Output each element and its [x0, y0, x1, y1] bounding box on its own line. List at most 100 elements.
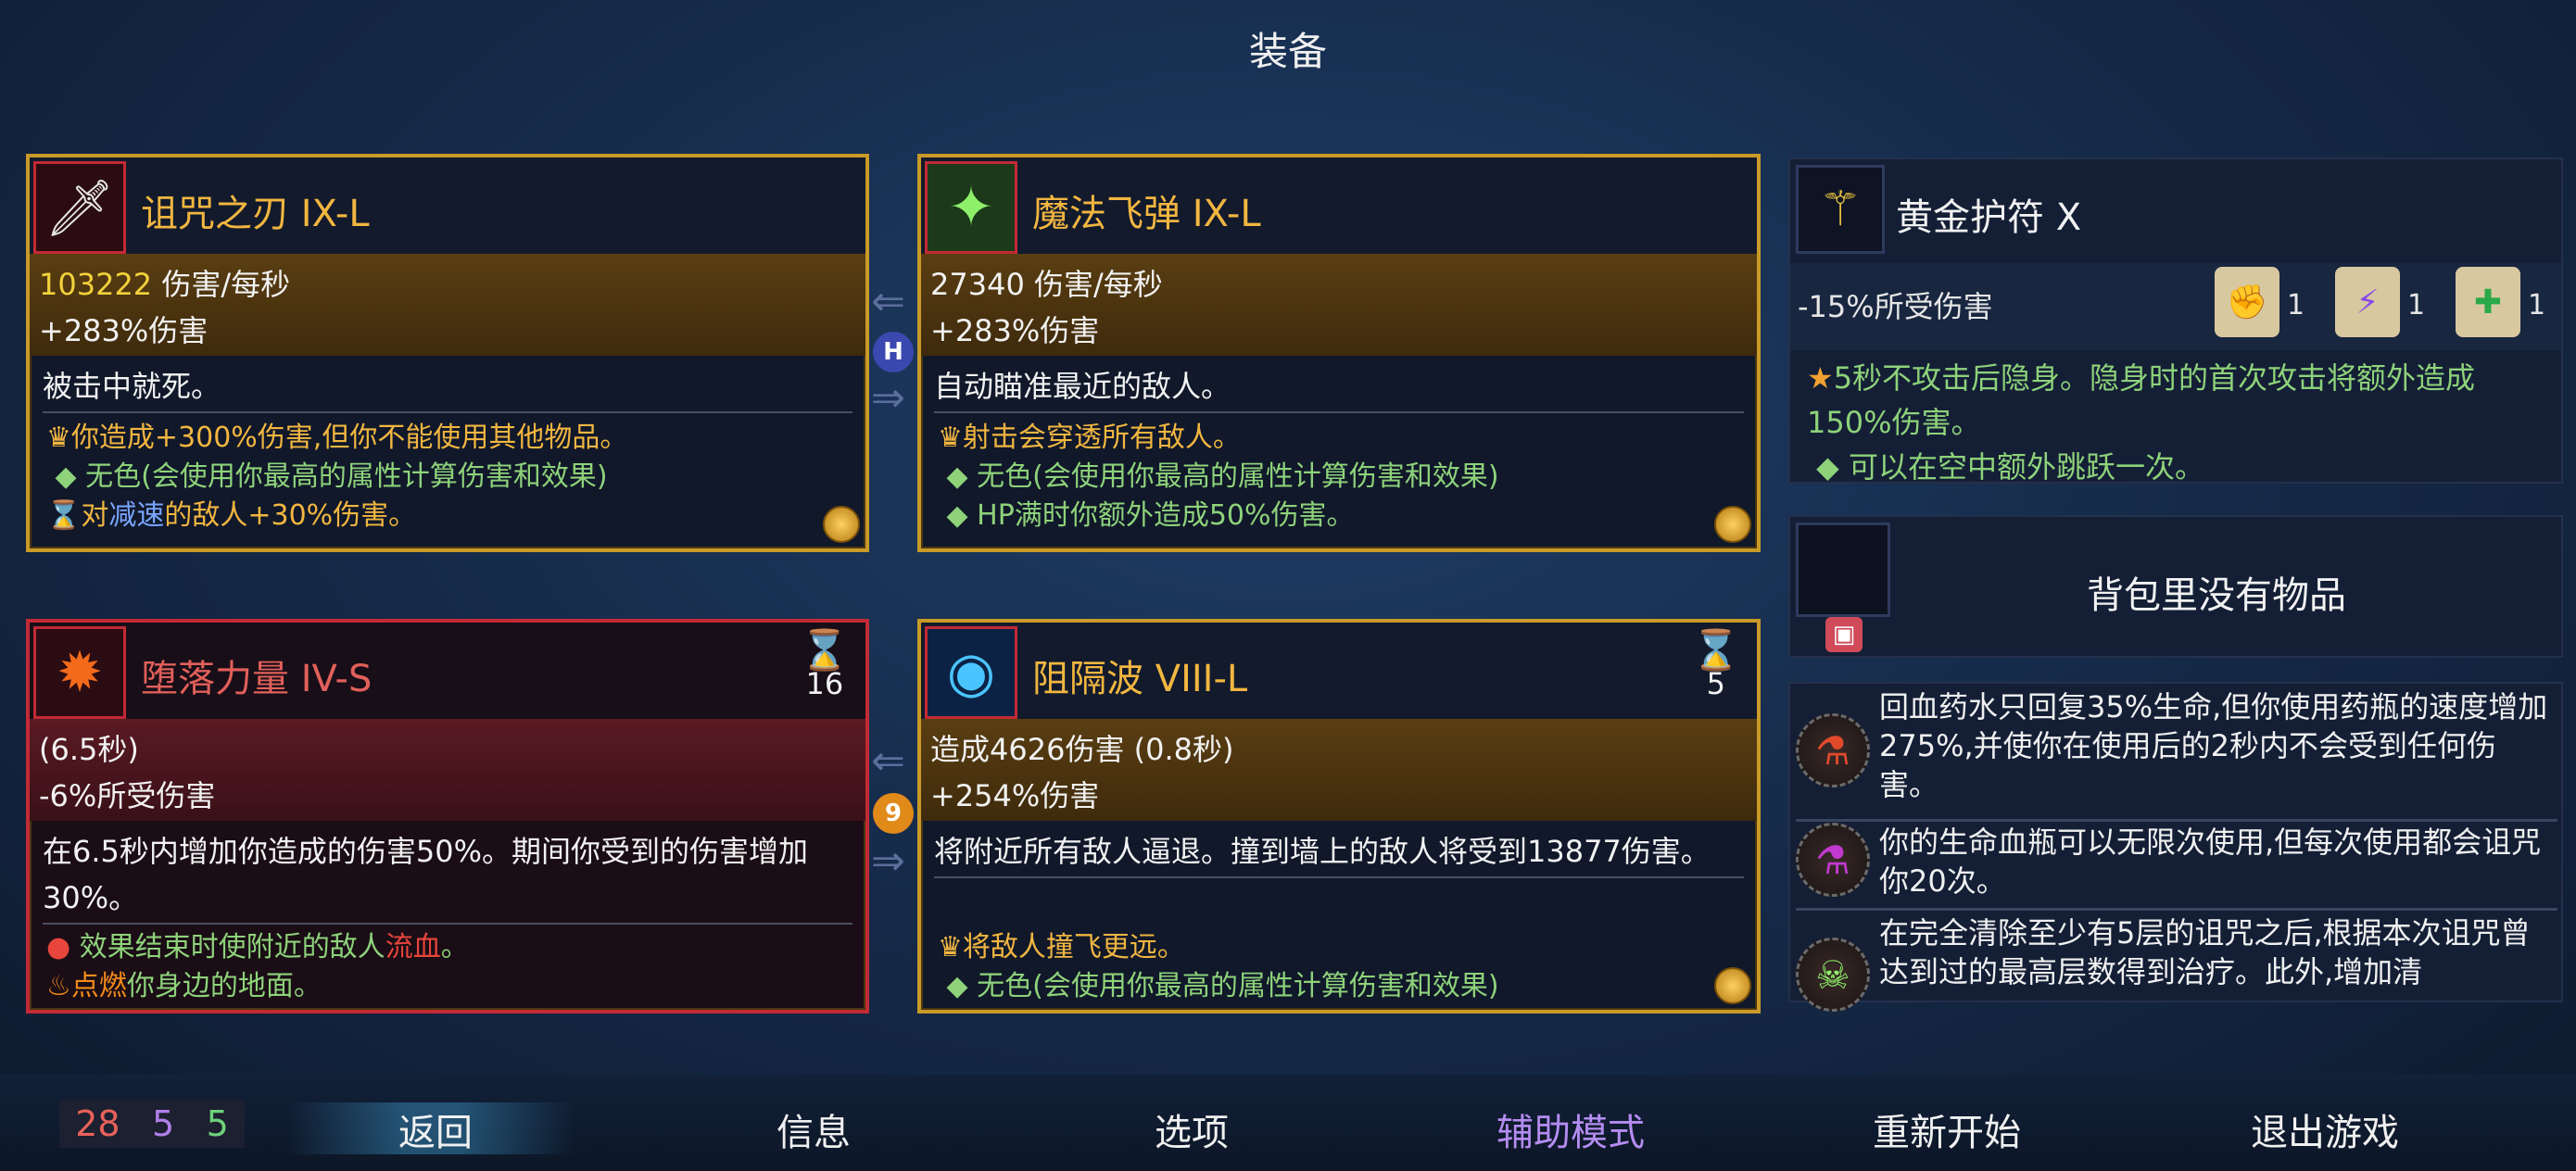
effect-legendary: 射击会穿透所有敌人。	[962, 422, 1241, 454]
dps-text: 27340 伤害/每秒	[930, 267, 1163, 302]
effect-bleed-post: 。	[440, 931, 469, 963]
backpack-panel[interactable]: ▣ 背包里没有物品	[1788, 515, 2563, 658]
quit-game-button[interactable]: 退出游戏	[2209, 1102, 2441, 1156]
diamond-bullet-icon: ◆	[946, 970, 968, 1002]
weapon-stats: 103222 伤害/每秒 +283%伤害	[30, 254, 865, 356]
swap-right-arrow-icon: ⇒	[871, 837, 905, 885]
scroll-count-brutality: 1	[2287, 289, 2305, 321]
survival-stat: 5	[206, 1103, 229, 1144]
skill-effects: ♛将敌人撞飞更远。 ◆ 无色(会使用你最高的属性计算伤害和效果)	[938, 928, 1740, 1006]
amulet-icon: ⚚	[1796, 165, 1885, 254]
weapon-description: 被击中就死。	[43, 363, 852, 413]
gold-corner-icon	[1714, 967, 1751, 1004]
skill-card-repel-wave[interactable]: ◉ 阻隔波 VIII-L ⌛ 5 造成4626伤害 (0.8秒) +254%伤害…	[917, 619, 1761, 1014]
weapon-description: 自动瞄准最近的敌人。	[934, 363, 1744, 413]
dps-value: 103222	[39, 267, 153, 302]
sword-icon: 🗡	[33, 161, 126, 254]
tactics-stat: 5	[151, 1103, 175, 1144]
weapon-card-magic-missile[interactable]: ✦ 魔法飞弹 IX-L 27340 伤害/每秒 +283%伤害 自动瞄准最近的敌…	[917, 154, 1761, 552]
effect-legendary: 你造成+300%伤害,但你不能使用其他物品。	[70, 422, 628, 454]
amulet-effect-jump: 可以在空中额外跳跃一次。	[1848, 449, 2204, 485]
mutation-text: 回血药水只回复35%生命,但你使用药瓶的速度增加275%,并使你在使用后的2秒内…	[1879, 689, 2548, 802]
mutation-row: 你的生命血瓶可以无限次使用,但每次使用都会诅咒你20次。	[1796, 823, 2556, 900]
hourglass-icon: ⌛	[46, 499, 82, 532]
assist-mode-button[interactable]: 辅助模式	[1455, 1102, 1686, 1156]
cooldown: ⌛ 5	[1692, 631, 1740, 701]
weapon-effects: ♛你造成+300%伤害,但你不能使用其他物品。 ◆ 无色(会使用你最高的属性计算…	[46, 419, 849, 535]
damage-bonus: +283%伤害	[39, 313, 208, 348]
weapon-stats: 27340 伤害/每秒 +283%伤害	[921, 254, 1757, 356]
skill-stat: -6%所受伤害	[39, 778, 216, 813]
swap-right-arrow-icon: ⇒	[871, 374, 905, 422]
skill-description: 将附近所有敌人逼退。撞到墙上的敌人将受到13877伤害。	[934, 828, 1744, 878]
amulet-stat: -15%所受伤害	[1798, 289, 1993, 324]
mutation-text: 在完全清除至少有5层的诅咒之后,根据本次诅咒曾达到过的最高层数得到治疗。此外,增…	[1879, 915, 2531, 989]
cooldown-value: 16	[805, 666, 844, 701]
effect-slow-post: 的敌人+30%伤害。	[164, 499, 417, 532]
effect-slow-pre: 对	[81, 499, 109, 532]
repel-wave-icon: ◉	[925, 626, 1017, 719]
swap-left-arrow-icon: ⇐	[871, 737, 905, 785]
restart-button[interactable]: 重新开始	[1831, 1102, 2063, 1156]
hourglass-icon: ⌛	[800, 627, 849, 673]
effect-ignite-post: 你身边的地面。	[126, 970, 322, 1002]
backpack-slot[interactable]	[1796, 523, 1890, 617]
backpack-icon: ▣	[1825, 617, 1863, 652]
weapon-name: 魔法飞弹 IX-L	[1032, 193, 1261, 235]
skill-description: 在6.5秒内增加你造成的伤害50%。期间你受到的伤害增加30%。	[43, 828, 852, 925]
skill-effects: ● 效果结束时使附近的敌人流血。 ♨点燃你身边的地面。	[46, 928, 849, 1006]
skill-damage: 造成4626伤害 (0.8秒)	[930, 732, 1234, 767]
blood-drop-icon: ●	[46, 931, 71, 963]
effect-colorless: 无色(会使用你最高的属性计算伤害和效果)	[85, 460, 608, 493]
amulet-effect-stealth: 5秒不攻击后隐身。隐身时的首次攻击将额外造成150%伤害。	[1807, 360, 2476, 440]
weapon-card-cursed-sword[interactable]: 🗡 诅咒之刃 IX-L 103222 伤害/每秒 +283%伤害 被击中就死。 …	[26, 154, 869, 552]
weapon-effects: ♛射击会穿透所有敌人。 ◆ 无色(会使用你最高的属性计算伤害和效果) ◆ HP满…	[938, 419, 1740, 535]
dps-label: 伤害/每秒	[152, 267, 291, 302]
effect-colorless: 无色(会使用你最高的属性计算伤害和效果)	[977, 970, 1499, 1002]
skill-stats: (6.5秒) -6%所受伤害	[30, 719, 865, 821]
effect-ignite-keyword: 点燃	[70, 970, 127, 1002]
info-button[interactable]: 信息	[721, 1102, 906, 1156]
effect-colorless: 无色(会使用你最高的属性计算伤害和效果)	[977, 460, 1499, 493]
divider	[1796, 819, 2557, 822]
swap-left-arrow-icon: ⇐	[871, 278, 905, 325]
skill-duration: (6.5秒)	[39, 732, 139, 767]
crown-icon: ♛	[46, 422, 71, 454]
effect-slow-keyword: 减速	[108, 499, 165, 532]
crown-icon: ♛	[938, 931, 963, 963]
skill-name: 堕落力量 IV-S	[141, 658, 373, 700]
cooldown: ⌛ 16	[800, 627, 849, 701]
skill-name: 阻隔波 VIII-L	[1032, 658, 1248, 700]
mutation-text: 你的生命血瓶可以无限次使用,但每次使用都会诅咒你20次。	[1879, 825, 2542, 899]
effect-bleed-pre: 效果结束时使附近的敌人	[79, 931, 385, 963]
divider	[1796, 908, 2557, 911]
scroll-count-tactics: 1	[2407, 289, 2426, 321]
diamond-bullet-icon: ◆	[55, 460, 77, 493]
gold-corner-icon	[1714, 506, 1751, 543]
scroll-tactics-icon: ⚡	[2335, 267, 2400, 337]
skill-swap-key-badge[interactable]: 9	[873, 793, 914, 834]
weapon-name: 诅咒之刃 IX-L	[141, 193, 370, 235]
skill-card-fallen-power[interactable]: ✹ 堕落力量 IV-S ⌛ 16 (6.5秒) -6%所受伤害 在6.5秒内增加…	[26, 619, 869, 1014]
brutality-stat: 28	[75, 1103, 120, 1144]
effect-legendary: 将敌人撞飞更远。	[962, 931, 1185, 963]
weapon-swap-key-badge[interactable]: H	[873, 332, 914, 372]
skill-stat: +254%伤害	[930, 778, 1100, 813]
fire-icon: ♨	[46, 970, 71, 1002]
fallen-power-icon: ✹	[33, 626, 126, 719]
back-button[interactable]: 返回	[343, 1102, 528, 1156]
mutation-row: 在完全清除至少有5层的诅咒之后,根据本次诅咒曾达到过的最高层数得到治疗。此外,增…	[1796, 913, 2556, 1002]
options-button[interactable]: 选项	[1099, 1102, 1284, 1156]
damage-bonus: +283%伤害	[930, 313, 1100, 348]
player-stats: 28 5 5	[59, 1100, 245, 1148]
amulet-panel[interactable]: ⚚ 黄金护符 X -15%所受伤害 ✊ 1 ⚡ 1 ✚ 1 ★5秒不攻击后隐身。…	[1788, 157, 2563, 485]
magic-missile-icon: ✦	[925, 161, 1017, 254]
scroll-survival-icon: ✚	[2456, 267, 2520, 337]
scroll-brutality-icon: ✊	[2215, 267, 2279, 337]
scroll-count-survival: 1	[2528, 289, 2546, 321]
diamond-bullet-icon: ◆	[946, 460, 968, 493]
effect-bleed-keyword: 流血	[385, 931, 441, 963]
effect-full-hp: HP满时你额外造成50%伤害。	[977, 499, 1355, 532]
diamond-bullet-icon: ◆	[946, 499, 968, 532]
mutation-row: 回血药水只回复35%生命,但你使用药瓶的速度增加275%,并使你在使用后的2秒内…	[1796, 687, 2556, 804]
